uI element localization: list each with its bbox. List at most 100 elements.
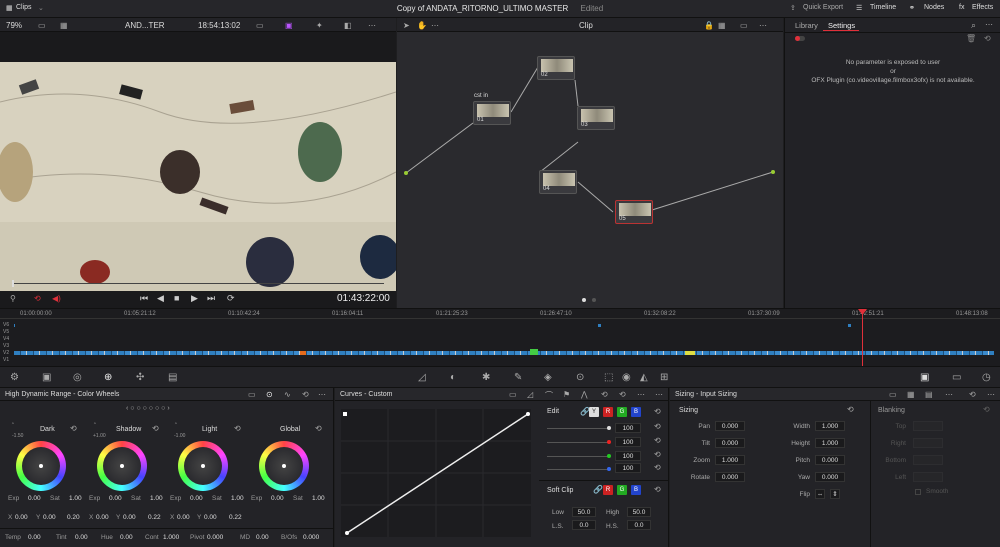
intensity-g[interactable]: 100 xyxy=(615,451,641,461)
height-input[interactable]: 1.000 xyxy=(815,438,845,448)
effects-button[interactable]: Effects xyxy=(972,4,993,11)
yaw-input[interactable]: 0.000 xyxy=(815,472,845,482)
clip-v6[interactable] xyxy=(598,324,601,327)
video-frame[interactable] xyxy=(0,62,396,291)
flip-vertical-button[interactable]: ⇕ xyxy=(830,489,840,499)
effects-icon[interactable]: fx xyxy=(959,4,964,11)
reset-icon[interactable]: ⟲ xyxy=(654,407,661,416)
more-icon[interactable]: ⋯ xyxy=(987,390,995,399)
scopes-icon[interactable]: ▣ xyxy=(920,372,929,383)
key-icon[interactable]: ◭ xyxy=(640,372,648,383)
node-editor[interactable]: cst in 01 02 03 04 05 xyxy=(397,32,783,308)
pitch-input[interactable]: 0.000 xyxy=(815,455,845,465)
curves-icon[interactable]: ◿ xyxy=(418,372,426,383)
loop-icon[interactable]: ⟲ xyxy=(34,294,41,303)
ls-value[interactable]: 0.22 xyxy=(229,514,242,521)
last-frame-icon[interactable]: ⏭ xyxy=(207,293,215,304)
slider-handle[interactable] xyxy=(607,426,611,430)
first-frame-icon[interactable]: ⏮ xyxy=(140,293,148,304)
camera-raw-icon[interactable]: ⚙ xyxy=(10,372,19,383)
scrubber-track[interactable] xyxy=(12,283,384,284)
reset-icon[interactable]: ⟲ xyxy=(315,424,322,433)
exp-value[interactable]: 0.00 xyxy=(109,495,122,502)
node-03[interactable]: 03 xyxy=(577,106,615,130)
grid-icon[interactable]: ▦ xyxy=(60,21,68,30)
layout-icon[interactable]: ▭ xyxy=(740,21,748,30)
rotate-input[interactable]: 0.000 xyxy=(715,472,745,482)
nodes-button[interactable]: Nodes xyxy=(924,4,944,11)
target-icon[interactable]: ⊙ xyxy=(266,390,273,399)
sizing-icon[interactable]: ⊞ xyxy=(660,372,668,383)
more-icon[interactable]: ⋯ xyxy=(368,21,376,30)
color-warper-icon[interactable]: ◐ xyxy=(450,372,456,383)
clip-marker-green[interactable] xyxy=(530,349,538,355)
cont-value[interactable]: 1.000 xyxy=(163,534,179,541)
window-icon[interactable]: ◈ xyxy=(544,372,552,383)
expand-icon[interactable]: ▭ xyxy=(889,390,897,399)
reset-icon[interactable]: ⟲ xyxy=(654,422,661,431)
timeline-button[interactable]: Timeline xyxy=(870,4,896,11)
x-value[interactable]: 0.00 xyxy=(96,514,109,521)
intensity-slider-r[interactable] xyxy=(547,442,609,443)
reset-icon[interactable]: ⟲ xyxy=(152,424,159,433)
rgb-mixer-icon[interactable]: ✣ xyxy=(136,372,144,383)
flip-horizontal-button[interactable]: ⇔ xyxy=(815,489,825,499)
more-icon[interactable]: ⋯ xyxy=(759,21,767,30)
intensity-slider-y[interactable] xyxy=(547,428,609,429)
grid-icon[interactable]: ▦ xyxy=(718,21,726,30)
softclip-g-button[interactable]: G xyxy=(617,485,627,495)
clock-icon[interactable]: ◷ xyxy=(982,372,991,383)
tab-settings[interactable]: Settings xyxy=(828,21,855,30)
hand-icon[interactable]: ✋ xyxy=(417,21,427,30)
softclip-r-button[interactable]: R xyxy=(603,485,613,495)
exp-value[interactable]: 0.00 xyxy=(28,495,41,502)
page-dot[interactable] xyxy=(592,298,596,302)
primaries-icon[interactable]: ◎ xyxy=(73,372,82,383)
clip-marker-orange[interactable] xyxy=(300,351,306,355)
curve-icon[interactable]: ◿ xyxy=(527,390,533,399)
play-icon[interactable]: ▶ xyxy=(191,293,198,304)
knob-icon[interactable]: ◔ xyxy=(11,421,14,427)
slider-handle[interactable] xyxy=(607,440,611,444)
flag-icon[interactable]: ⚑ xyxy=(563,390,570,399)
wheel-global[interactable] xyxy=(259,441,309,491)
slider-handle[interactable] xyxy=(607,454,611,458)
more-icon[interactable]: ⋯ xyxy=(945,390,953,399)
softclip-b-button[interactable]: B xyxy=(631,485,641,495)
tilt-input[interactable]: 0.000 xyxy=(715,438,745,448)
export-icon[interactable]: ⇪ xyxy=(790,4,796,12)
trash-icon[interactable]: 🗑 xyxy=(966,34,976,43)
ls-value[interactable]: 0.20 xyxy=(67,514,80,521)
magic-mask-icon[interactable]: ⬚ xyxy=(604,372,613,383)
blur-icon[interactable]: ◉ xyxy=(622,372,631,383)
exp-value[interactable]: 0.00 xyxy=(190,495,203,502)
y-value[interactable]: 0.00 xyxy=(204,514,217,521)
reset-all-icon[interactable]: ⟲ xyxy=(619,390,626,399)
timeline-ruler[interactable]: 01:00:00:00 01:05:21:12 01:10:42:24 01:1… xyxy=(0,309,1000,319)
channel-b-button[interactable]: B xyxy=(631,407,641,417)
page-dot-active[interactable] xyxy=(582,298,586,302)
rewind-icon[interactable]: ◀ xyxy=(157,293,164,304)
fold-icon[interactable]: ⋀ xyxy=(581,390,588,399)
hue-value[interactable]: 0.00 xyxy=(120,534,133,541)
knob-icon[interactable]: ◔ xyxy=(93,421,96,427)
mini-timeline[interactable]: 01:00:00:00 01:05:21:12 01:10:42:24 01:1… xyxy=(0,308,1000,367)
reset-icon[interactable]: ⟲ xyxy=(70,424,77,433)
bofs-value[interactable]: 0.000 xyxy=(303,534,319,541)
grid-icon[interactable]: ▦ xyxy=(907,390,915,399)
wheel-shadow[interactable] xyxy=(97,441,147,491)
low-input[interactable]: 50.0 xyxy=(572,507,596,517)
node-04[interactable]: 04 xyxy=(539,170,577,194)
curve-icon[interactable]: ⌒ xyxy=(545,390,553,401)
nodes-icon[interactable]: ⚭ xyxy=(909,4,915,12)
temp-value[interactable]: 0.00 xyxy=(28,534,41,541)
reset-icon[interactable]: ⟲ xyxy=(601,390,608,399)
layout-icon[interactable]: ▭ xyxy=(38,21,46,30)
clip-v6[interactable] xyxy=(14,324,15,327)
channel-y-button[interactable]: Y xyxy=(589,407,599,417)
high-input[interactable]: 50.0 xyxy=(627,507,651,517)
zoom-select[interactable]: 79% xyxy=(6,21,22,30)
clip-v6[interactable] xyxy=(848,324,851,327)
channel-g-button[interactable]: G xyxy=(617,407,627,417)
zoom-input[interactable]: 1.000 xyxy=(715,455,745,465)
